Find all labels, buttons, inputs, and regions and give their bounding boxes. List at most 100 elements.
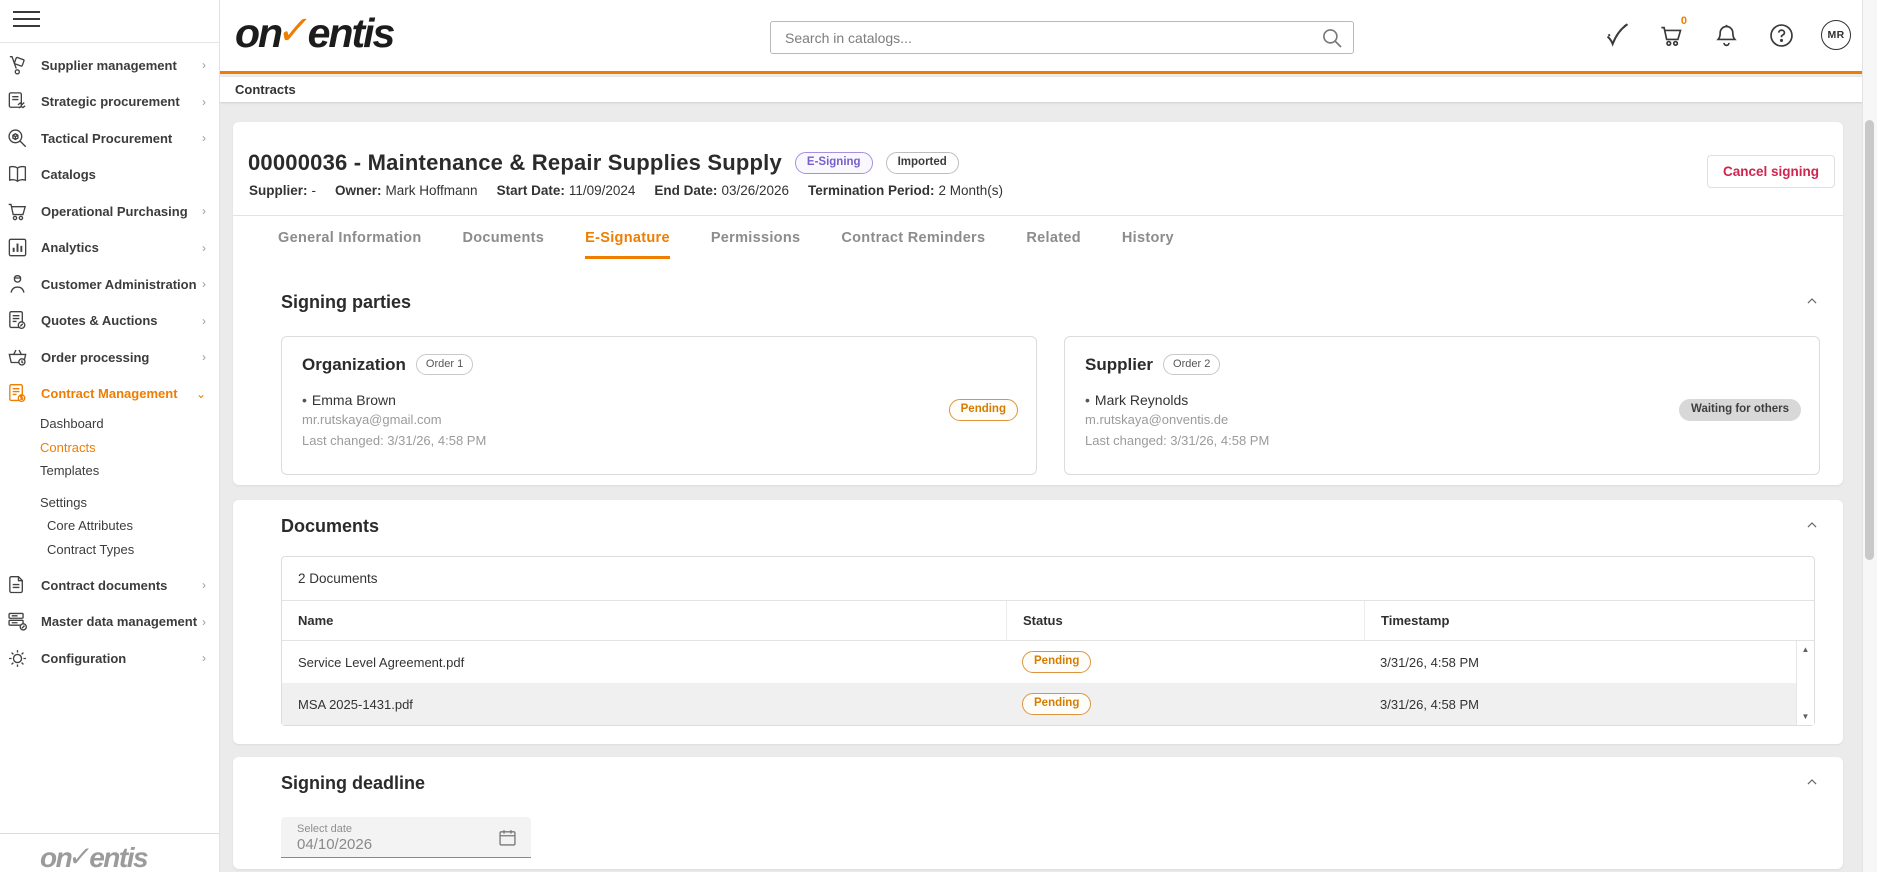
approval-check-icon[interactable] (1601, 20, 1631, 50)
chevron-right-icon: › (202, 651, 206, 665)
chevron-right-icon: › (202, 277, 206, 291)
sidebar-subitem-contract-types[interactable]: Contract Types (0, 538, 219, 562)
meta-owner: Owner:Mark Hoffmann (335, 183, 478, 198)
sidebar-subitem-settings[interactable]: Settings (0, 491, 219, 515)
order-badge: Order 2 (1163, 354, 1220, 375)
contract-tabs: General Information Documents E-Signatur… (278, 230, 1215, 259)
search-input[interactable] (771, 30, 1319, 46)
collapse-chevron-up-icon[interactable] (1805, 294, 1819, 308)
magnifier-box-icon (6, 127, 29, 150)
tab-related[interactable]: Related (1026, 230, 1080, 259)
documents-table: 2 Documents Name Status Timestamp Servic… (281, 556, 1815, 726)
table-body: Service Level Agreement.pdf Pending 3/31… (282, 641, 1814, 725)
date-field-label: Select date (297, 823, 352, 835)
status-badge: Waiting for others (1679, 399, 1801, 421)
tab-permissions[interactable]: Permissions (711, 230, 801, 259)
bullet: • (1085, 392, 1090, 408)
signing-party-supplier: Supplier Order 2 •Mark Reynolds m.rutska… (1064, 336, 1820, 475)
sidebar-item-analytics[interactable]: Analytics › (0, 230, 219, 267)
signing-deadline-card: Signing deadline Select date 04/10/2026 (233, 757, 1843, 869)
table-header-row: Name Status Timestamp (282, 601, 1814, 641)
help-icon[interactable] (1766, 20, 1796, 50)
signing-party-organization: Organization Order 1 •Emma Brown mr.ruts… (281, 336, 1037, 475)
onventis-logo: on✓entis (235, 8, 393, 58)
sidebar-subitem-templates[interactable]: Templates (0, 459, 219, 483)
column-header-name: Name (282, 601, 1006, 640)
table-row[interactable]: Service Level Agreement.pdf Pending 3/31… (282, 641, 1796, 683)
table-row[interactable]: MSA 2025-1431.pdf Pending 3/31/26, 4:58 … (282, 683, 1796, 725)
header-icons: 0 MR (1601, 20, 1851, 50)
chevron-down-icon: ⌄ (196, 387, 206, 401)
catalog-search (770, 21, 1354, 54)
sidebar-subitem-core-attributes[interactable]: Core Attributes (0, 514, 219, 538)
chevron-right-icon: › (202, 314, 206, 328)
sidebar-item-label: Strategic procurement (41, 94, 180, 109)
basket-clock-icon (6, 346, 29, 369)
contract-meta: Supplier:- Owner:Mark Hoffmann Start Dat… (249, 183, 1003, 198)
sidebar-subitem-contracts[interactable]: Contracts (0, 436, 219, 460)
notifications-bell-icon[interactable] (1711, 20, 1741, 50)
cell-status: Pending (1006, 641, 1364, 683)
calendar-icon[interactable] (497, 827, 518, 848)
person-icon (6, 273, 29, 296)
tab-documents[interactable]: Documents (462, 230, 544, 259)
last-changed: Last changed: 3/31/26, 4:58 PM (1085, 433, 1799, 448)
sidebar-nav: Supplier management › Strategic procurem… (0, 47, 219, 677)
documents-card: Documents 2 Documents Name Status Timest… (233, 500, 1843, 744)
sidebar-item-label: Supplier management (41, 58, 177, 73)
sidebar-footer-divider (0, 833, 219, 834)
tab-history[interactable]: History (1122, 230, 1174, 259)
documents-heading: Documents (281, 516, 379, 537)
tab-contract-reminders[interactable]: Contract Reminders (841, 230, 985, 259)
collapse-chevron-up-icon[interactable] (1805, 775, 1819, 789)
sidebar-item-order-processing[interactable]: Order processing › (0, 339, 219, 376)
sidebar-item-tactical-procurement[interactable]: Tactical Procurement › (0, 120, 219, 157)
tab-e-signature[interactable]: E-Signature (585, 230, 670, 259)
avatar[interactable]: MR (1821, 20, 1851, 50)
collapse-chevron-up-icon[interactable] (1805, 518, 1819, 532)
signing-deadline-heading: Signing deadline (281, 773, 425, 794)
status-badge: Pending (1022, 693, 1091, 715)
sidebar: Supplier management › Strategic procurem… (0, 0, 220, 872)
scroll-up-icon[interactable]: ▲ (1802, 645, 1810, 654)
sidebar-item-customer-administration[interactable]: Customer Administration › (0, 266, 219, 303)
breadcrumb[interactable]: Contracts (235, 82, 296, 97)
order-badge: Order 1 (416, 354, 473, 375)
logo-text-pre: on (235, 10, 281, 57)
sidebar-item-label: Analytics (41, 240, 99, 255)
scroll-down-icon[interactable]: ▼ (1802, 712, 1810, 721)
cell-timestamp: 3/31/26, 4:58 PM (1364, 641, 1798, 683)
tab-general-information[interactable]: General Information (278, 230, 421, 259)
chevron-right-icon: › (202, 241, 206, 255)
sidebar-item-operational-purchasing[interactable]: Operational Purchasing › (0, 193, 219, 230)
app-root: on✓entis 0 MR Contracts (0, 0, 1877, 872)
menu-hamburger-icon[interactable] (13, 11, 40, 28)
page-scrollbar-thumb[interactable] (1865, 120, 1874, 560)
meta-supplier: Supplier:- (249, 183, 316, 198)
sidebar-subitem-dashboard[interactable]: Dashboard (0, 412, 219, 436)
sidebar-item-supplier-management[interactable]: Supplier management › (0, 47, 219, 84)
sidebar-item-label: Customer Administration (41, 277, 197, 292)
chevron-right-icon: › (202, 615, 206, 629)
sidebar-item-contract-management[interactable]: Contract Management ⌄ (0, 376, 219, 413)
sidebar-item-label: Tactical Procurement (41, 131, 172, 146)
sidebar-item-catalogs[interactable]: Catalogs (0, 157, 219, 194)
chevron-right-icon: › (202, 95, 206, 109)
sidebar-item-quotes-auctions[interactable]: Quotes & Auctions › (0, 303, 219, 340)
sidebar-item-label: Configuration (41, 651, 126, 666)
signing-parties-heading: Signing parties (281, 292, 411, 313)
search-icon[interactable] (1319, 25, 1345, 51)
sidebar-item-strategic-procurement[interactable]: Strategic procurement › (0, 84, 219, 121)
sidebar-item-configuration[interactable]: Configuration › (0, 640, 219, 677)
sidebar-item-master-data-management[interactable]: Master data management › (0, 604, 219, 641)
sidebar-item-label: Contract documents (41, 578, 167, 593)
signing-deadline-date-field[interactable]: Select date 04/10/2026 (281, 817, 531, 858)
signer-name: •Emma Brown (302, 392, 1016, 408)
cart-icon[interactable]: 0 (1656, 20, 1686, 50)
cell-name: Service Level Agreement.pdf (282, 641, 1006, 683)
table-scrollbar[interactable]: ▲ ▼ (1796, 641, 1814, 725)
cancel-signing-button[interactable]: Cancel signing (1707, 155, 1835, 188)
chevron-right-icon: › (202, 58, 206, 72)
meta-start-date: Start Date:11/09/2024 (497, 183, 636, 198)
sidebar-item-contract-documents[interactable]: Contract documents › (0, 567, 219, 604)
